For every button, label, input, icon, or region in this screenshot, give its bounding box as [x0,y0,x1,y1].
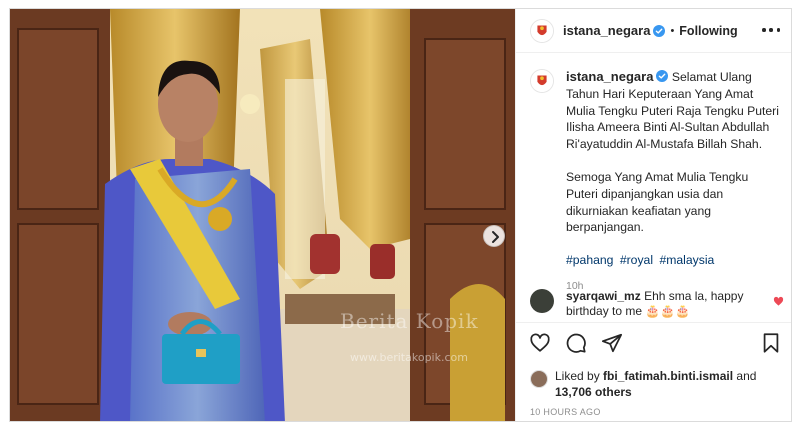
crest-icon [531,70,553,92]
post-frame: Berita Kopik www.beritakopik.com istana_… [9,8,792,422]
avatar[interactable] [530,18,554,43]
verified-badge-icon [653,24,666,37]
post-header: istana_negara • Following [516,9,791,53]
comment-icon[interactable] [565,332,587,354]
likes-prefix: Liked by [555,369,600,383]
carousel-next-button[interactable] [483,225,505,247]
hashtag-link[interactable]: #pahang [566,253,613,267]
comment-row: syarqawi_mz Ehh sma la, happy birthday t… [530,289,784,319]
crest-icon [531,19,553,42]
caption-username[interactable]: istana_negara [566,69,653,84]
likes-text: Liked by fbi_fatimah.binti.ismail and 13… [555,369,756,400]
likes-and: and [736,369,757,383]
following-button[interactable]: Following [679,24,737,38]
caption-body: istana_negara Selamat Ulang Tahun Hari K… [566,69,780,295]
caption-paragraph-2: Semoga Yang Amat Mulia Tengku Puteri dip… [566,169,749,235]
header-separator: • [670,24,675,37]
hashtag-link[interactable]: #malaysia [659,253,714,267]
heart-icon[interactable] [529,332,551,354]
chevron-right-icon [492,231,499,243]
hashtag-link[interactable]: #royal [620,253,653,267]
action-icons [529,332,623,354]
verified-badge-icon [656,70,669,82]
caption-row: istana_negara Selamat Ulang Tahun Hari K… [530,69,780,295]
likes-others-link[interactable]: 13,706 others [555,385,632,399]
first-liker-link[interactable]: fbi_fatimah.binti.ismail [603,369,733,383]
more-options-icon[interactable] [762,23,780,37]
bookmark-icon[interactable] [760,332,782,354]
hashtags: #pahang #royal #malaysia [566,252,780,269]
caption-paragraph-1: istana_negara Selamat Ulang Tahun Hari K… [566,69,780,153]
post-timestamp: 10 HOURS AGO [530,407,601,417]
likes-row: Liked by fbi_fatimah.binti.ismail and 13… [530,369,785,400]
action-bar: Liked by fbi_fatimah.binti.ismail and 13… [516,322,791,421]
watermark-text: Berita Kopik [340,309,479,333]
header-username[interactable]: istana_negara [563,23,650,38]
heart-icon[interactable] [773,296,784,307]
post-photo[interactable]: Berita Kopik www.beritakopik.com [10,9,515,421]
comment-username[interactable]: syarqawi_mz [566,289,641,303]
watermark-url: www.beritakopik.com [350,351,468,364]
liker-avatar[interactable] [530,370,548,388]
caption-avatar[interactable] [530,69,554,93]
post-details-panel: istana_negara • Following istana_negara … [515,9,791,421]
share-icon[interactable] [601,332,623,354]
comment-avatar[interactable] [530,289,554,313]
caption-area: istana_negara Selamat Ulang Tahun Hari K… [516,53,791,292]
comment-text: syarqawi_mz Ehh sma la, happy birthday t… [566,289,766,319]
